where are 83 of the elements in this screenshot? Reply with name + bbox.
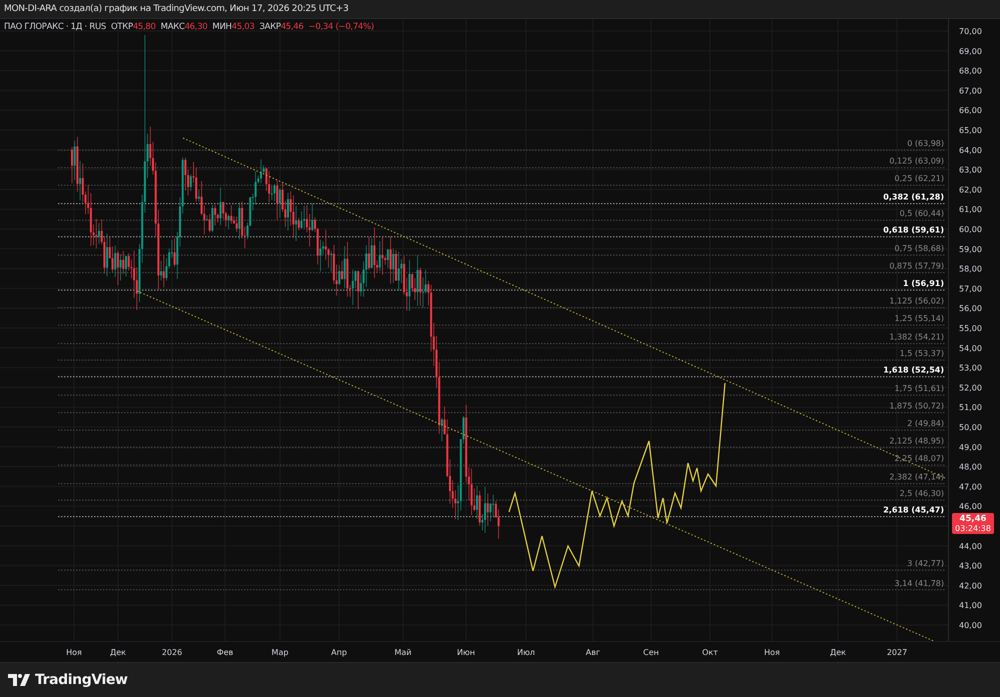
price-axis-label: 64,00 — [959, 146, 982, 155]
brand-name: TradingView — [35, 672, 128, 688]
price-axis-label: 42,00 — [959, 581, 982, 590]
price-axis-label: 47,00 — [959, 482, 982, 492]
ohlc-label: МАКС — [160, 22, 185, 32]
fib-level-label: 1,382 (54,21) — [889, 332, 944, 342]
ohlc-label: ОТКР — [110, 22, 133, 32]
fib-level-label: 1,5 (53,37) — [900, 349, 944, 358]
fib-level-label: 3 (42,77) — [907, 559, 944, 568]
price-axis-label: 58,00 — [959, 264, 982, 274]
ohlc-label: ЗАКР — [259, 22, 281, 32]
fib-level-label: 1,75 (51,61) — [894, 384, 944, 394]
countdown-timer: 03:24:38 — [955, 524, 991, 533]
fib-level-label: 2 (49,84) — [907, 419, 944, 428]
fib-level-label: 2,382 (47,14) — [889, 472, 944, 482]
time-axis-label: Авг — [586, 648, 600, 657]
price-axis-label: 60,00 — [959, 225, 982, 234]
time-axis-label: Ноя — [764, 648, 780, 657]
price-axis-label: 51,00 — [959, 403, 982, 412]
price-axis-label: 69,00 — [959, 46, 982, 56]
price-axis-label: 65,00 — [959, 126, 982, 135]
time-axis-label: Апр — [331, 648, 347, 657]
price-axis-label: 50,00 — [959, 423, 982, 432]
time-axis-label: Июн — [457, 648, 475, 657]
fib-level-label: 0,382 (61,28) — [883, 192, 944, 202]
price-axis-label: 56,00 — [959, 304, 982, 314]
price-axis-label: 52,00 — [959, 383, 982, 392]
time-axis-label: Сен — [643, 648, 659, 657]
time-axis-label: 2026 — [162, 648, 182, 657]
price-axis-label: 49,00 — [959, 442, 982, 452]
ohlc-label: МИН — [212, 22, 232, 32]
price-axis-label: 68,00 — [959, 66, 982, 76]
fib-level-label: 0,75 (58,68) — [894, 244, 944, 254]
price-axis-label: 55,00 — [959, 324, 982, 333]
fib-level-label: 1,875 (50,72) — [889, 402, 944, 411]
price-axis-label: 57,00 — [959, 284, 982, 294]
price-axis-label: 40,00 — [959, 621, 982, 630]
ohlc-value: 45,03 — [232, 22, 254, 32]
symbol-label: ПАО ГЛОРАКС · 1Д · RUS — [4, 22, 106, 32]
fib-level-label: 0,875 (57,79) — [889, 262, 944, 271]
header-title: MON-DI-ARA создал(а) график на TradingView.com, Июн 17, 2026 20:25 UTC+3 — [4, 4, 348, 14]
time-axis-label: Окт — [702, 648, 718, 657]
price-change: −0,34 (−0,74%) — [308, 22, 374, 32]
ohlc-value: 45,80 — [132, 22, 156, 32]
time-axis-label: Дек — [110, 648, 126, 657]
price-axis-label: 67,00 — [959, 86, 982, 96]
price-axis-label: 46,00 — [959, 502, 982, 512]
price-axis-label: 59,00 — [959, 244, 982, 254]
price-axis-label: 41,00 — [959, 601, 982, 610]
fib-level-label: 3,14 (41,78) — [894, 578, 944, 588]
price-axis-label: 70,00 — [959, 27, 982, 36]
price-axis-label: 66,00 — [959, 106, 982, 116]
fib-level-label: 0 (63,98) — [907, 139, 944, 148]
fib-level-label: 2,618 (45,47) — [883, 506, 944, 515]
time-axis-label: Фев — [216, 648, 234, 657]
price-axis-label: 61,00 — [959, 205, 982, 214]
fib-level-label: 2,125 (48,95) — [889, 436, 944, 446]
price-axis-label: 54,00 — [959, 344, 982, 353]
time-axis-label: Май — [394, 648, 412, 657]
time-axis-label: Дек — [830, 648, 846, 657]
fib-level-label: 0,125 (63,09) — [889, 156, 944, 166]
fib-level-label: 1 (56,91) — [903, 279, 944, 288]
fib-level-label: 0,618 (59,61) — [883, 226, 944, 235]
fib-level-label: 1,618 (52,54) — [883, 366, 944, 375]
fib-level-label: 1,125 (56,02) — [889, 296, 944, 306]
time-axis-label: 2027 — [886, 648, 908, 657]
price-axis-label: 53,00 — [959, 364, 982, 373]
last-price-value: 45,46 — [960, 514, 986, 524]
price-axis-label: 62,00 — [959, 185, 982, 194]
price-axis-label: 43,00 — [959, 562, 982, 571]
logo-icon — [8, 674, 30, 686]
ohlc-value: 46,30 — [184, 22, 208, 32]
time-axis-label: Июл — [517, 648, 535, 657]
price-axis-label: 63,00 — [959, 166, 982, 175]
ohlc-value: 45,46 — [280, 22, 304, 32]
fib-level-label: 0,5 (60,44) — [900, 209, 944, 218]
fib-level-label: 0,25 (62,21) — [894, 174, 944, 184]
fib-level-label: 2,5 (46,30) — [900, 489, 944, 498]
time-axis-label: Ноя — [66, 648, 82, 657]
price-axis-label: 44,00 — [959, 542, 982, 551]
time-axis-label: Мар — [272, 648, 288, 657]
price-axis-label: 48,00 — [959, 462, 982, 472]
fib-level-label: 1,25 (55,14) — [894, 314, 944, 324]
